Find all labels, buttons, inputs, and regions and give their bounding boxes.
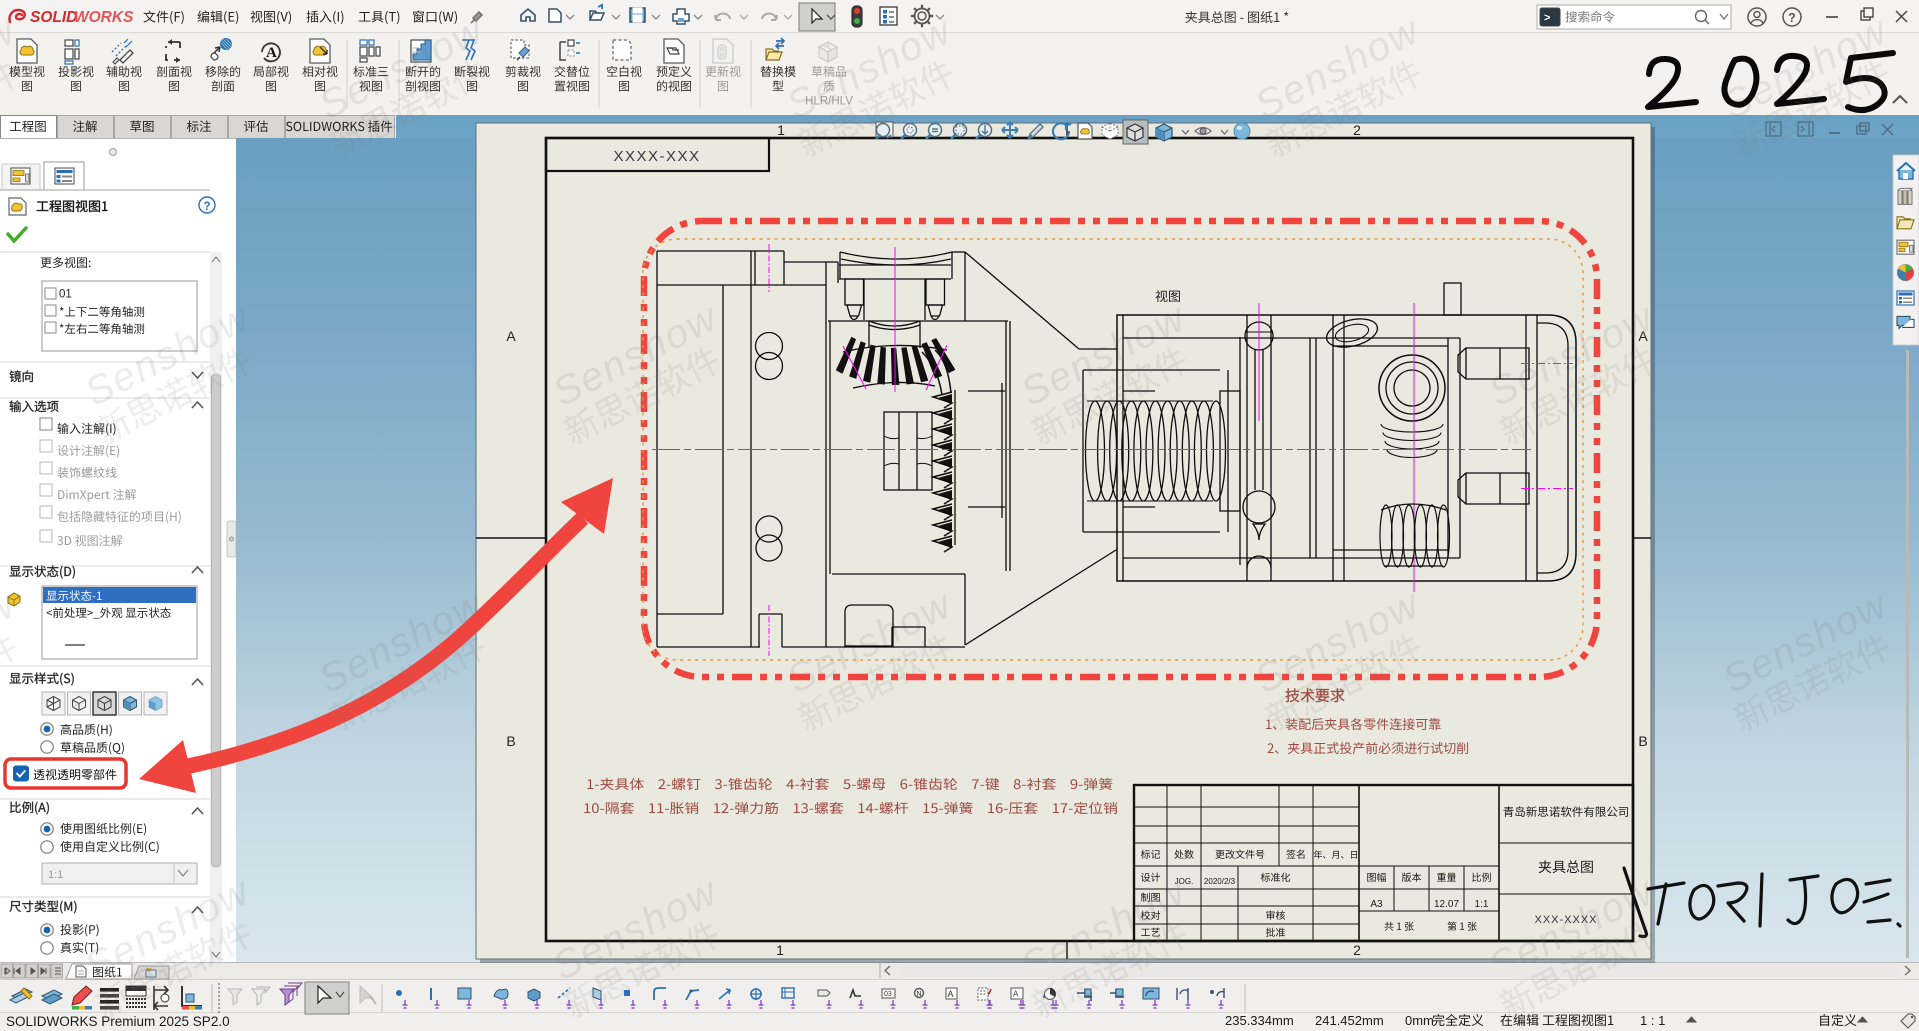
svg-text:SOLID: SOLID — [30, 9, 77, 26]
svg-text:Senshow: Senshow — [1716, 581, 1896, 702]
svg-text:B: B — [1638, 733, 1647, 749]
svg-text:01: 01 — [59, 289, 72, 301]
svg-text:SOLIDWORKS Premium 2025 SP2.0: SOLIDWORKS Premium 2025 SP2.0 — [6, 1014, 230, 1029]
svg-text:A3: A3 — [1370, 899, 1383, 910]
svg-text:12.07: 12.07 — [1434, 899, 1459, 910]
svg-text:A: A — [506, 328, 516, 344]
svg-text:HLR/HLV: HLR/HLV — [805, 96, 853, 108]
svg-text:N: N — [917, 991, 922, 998]
svg-text:?: ? — [1788, 11, 1796, 25]
svg-text:>: > — [1544, 12, 1550, 24]
svg-text:XXX-XXXX: XXX-XXXX — [1534, 914, 1597, 926]
svg-text:WORKS: WORKS — [74, 9, 134, 26]
svg-text:0mm: 0mm — [1405, 1013, 1434, 1028]
svg-text:B: B — [506, 733, 515, 749]
svg-text:1: 1 — [776, 942, 784, 958]
svg-text:1:1: 1:1 — [1475, 899, 1489, 910]
svg-text:?: ? — [203, 201, 210, 213]
svg-text:2020/2/3: 2020/2/3 — [1204, 877, 1236, 886]
svg-text:Senshow: Senshow — [312, 7, 492, 128]
svg-text:A: A — [948, 989, 954, 999]
svg-text:1: 1 — [777, 122, 785, 138]
svg-text:A: A — [1013, 990, 1019, 999]
svg-text:235.334mm: 235.334mm — [1225, 1013, 1294, 1028]
svg-text:A: A — [266, 45, 277, 61]
svg-text:XXXX-XXX: XXXX-XXX — [613, 148, 700, 165]
svg-text:2: 2 — [1353, 942, 1361, 958]
svg-text:1:1: 1:1 — [48, 869, 63, 881]
svg-text:Senshow: Senshow — [1248, 7, 1428, 128]
svg-text:2: 2 — [1353, 122, 1361, 138]
svg-text:JOG.: JOG. — [1175, 877, 1194, 886]
svg-text:241.452mm: 241.452mm — [1315, 1013, 1384, 1028]
svg-text:1 : 1: 1 : 1 — [1640, 1013, 1665, 1028]
svg-text:03: 03 — [884, 991, 892, 998]
